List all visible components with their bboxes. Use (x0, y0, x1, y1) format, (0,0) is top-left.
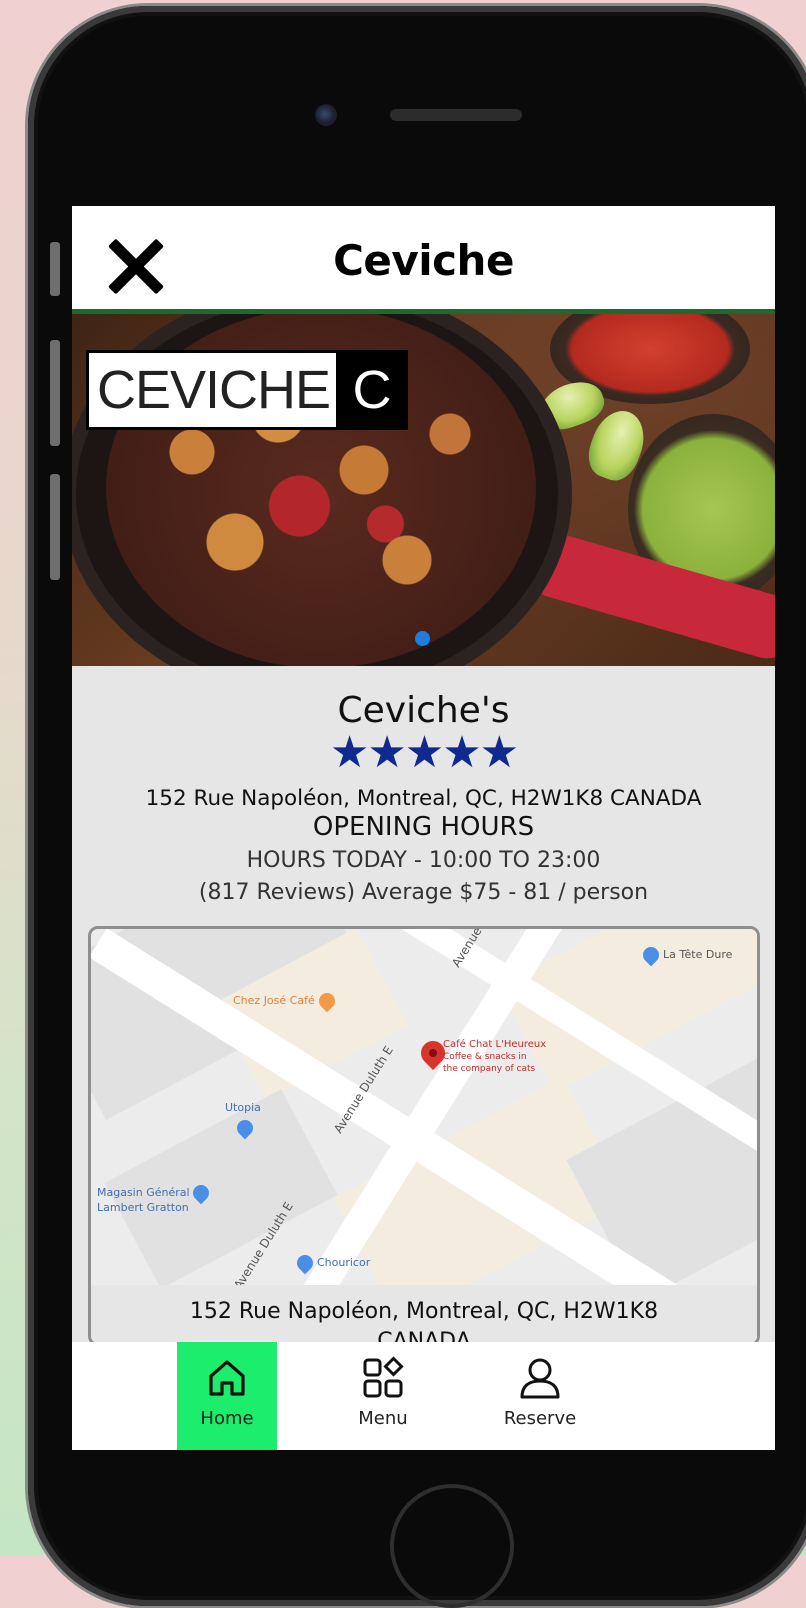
map-address-caption: 152 Rue Napoléon, Montreal, QC, H2W1K8 C… (91, 1285, 757, 1343)
hours-today: HOURS TODAY - 10:00 TO 23:00 (246, 848, 601, 873)
poi-cafe-chat[interactable]: Café Chat L'Heureux Coffee & snacks in t… (443, 1039, 546, 1075)
reviews-price: (817 Reviews) Average $75 - 81 / person (198, 880, 649, 905)
map-pin-icon (233, 1116, 257, 1140)
front-camera (315, 104, 337, 126)
opening-hours-heading: OPENING HOURS (312, 812, 535, 842)
carousel-indicator[interactable] (415, 631, 430, 646)
tab-home[interactable]: Home (177, 1342, 277, 1450)
map-pin-icon (293, 1251, 317, 1275)
restaurant-name: Ceviche's (337, 690, 510, 731)
earpiece-speaker (390, 109, 522, 121)
restaurant-logo: CEVICHE C (86, 350, 409, 430)
hero-carousel[interactable]: CEVICHE C (72, 314, 775, 666)
location-map[interactable]: La Tête Dure Chez José Café Café Chat L'… (88, 926, 760, 1346)
user-icon (520, 1358, 560, 1399)
tab-menu[interactable]: Menu (333, 1342, 433, 1450)
logo-text: CEVICHE (89, 353, 340, 427)
poi-magasin-general[interactable]: Magasin Général Lambert Gratton (97, 1181, 213, 1214)
app-header: Ceviche (72, 206, 775, 314)
mute-switch (50, 242, 60, 296)
restaurant-address: 152 Rue Napoléon, Montreal, QC, H2W1K8 C… (145, 786, 702, 811)
cafe-pin-icon (315, 989, 339, 1013)
tab-label: Reserve (503, 1408, 577, 1429)
tab-label: Home (200, 1408, 254, 1429)
poi-chez-jose[interactable]: Chez José Café (233, 989, 339, 1013)
tab-label: Menu (358, 1408, 408, 1429)
rating-stars: ★★★★★ (329, 727, 519, 778)
map-pin-icon (189, 1181, 213, 1205)
poi-utopia[interactable]: Utopia (225, 1101, 261, 1140)
map-pin-icon (639, 943, 663, 967)
logo-mark: C (339, 353, 406, 427)
volume-up-button (50, 340, 60, 446)
page-title: Ceviche (333, 236, 514, 285)
home-icon (209, 1360, 245, 1396)
volume-down-button (50, 474, 60, 580)
tab-reserve[interactable]: Reserve (490, 1342, 590, 1450)
bottom-tab-bar: Home Menu Reserve (72, 1342, 775, 1450)
poi-chouricor[interactable]: Chouricor (293, 1251, 370, 1275)
home-button[interactable] (390, 1484, 514, 1608)
poi-la-tete-dure[interactable]: La Tête Dure (639, 943, 732, 967)
menu-grid-icon (363, 1356, 404, 1398)
app-screen: Ceviche CEVICHE C Ceviche's ★★★★★ 152 Ru… (72, 206, 775, 1450)
